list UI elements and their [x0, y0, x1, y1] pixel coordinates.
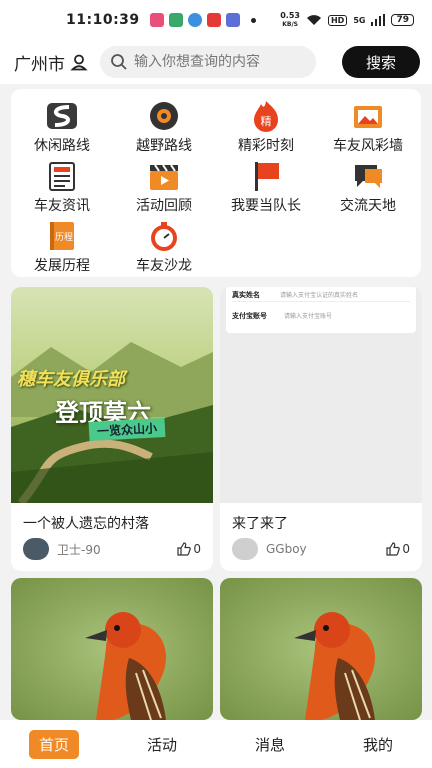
jing-text: 精 [261, 115, 272, 128]
category-leisure-route[interactable]: 休闲路线 [11, 95, 113, 155]
hd-icon: HD [327, 14, 348, 26]
signal-label: 5G [353, 15, 366, 25]
category-salon[interactable]: 车友沙龙 [113, 215, 215, 275]
post-author: GGboy [266, 542, 307, 556]
signal-icon [371, 14, 386, 26]
category-label: 车友风彩墙 [333, 138, 403, 154]
post-author: 卫士-90 [57, 542, 101, 557]
category-news[interactable]: 车友资讯 [11, 155, 113, 215]
post-title: 一个被人遗忘的村落 [23, 516, 149, 532]
nav-label: 首页 [28, 729, 79, 759]
post-title: 来了来了 [232, 516, 288, 532]
wifi-icon [306, 15, 321, 25]
tire-icon [150, 102, 178, 130]
battery-icon: 79 [391, 14, 414, 26]
category-label: 车友资讯 [34, 198, 90, 214]
form-screenshot: 真实姓名 请输入支付宝认证的真实姓名 支付宝账号 请输入支付宝账号 [226, 287, 416, 333]
category-offroad-route[interactable]: 越野路线 [113, 95, 215, 155]
bird-image [11, 578, 213, 720]
salon-timer-icon [151, 222, 177, 251]
status-time: 11:10:39 [66, 12, 140, 28]
jing-badge-icon: 精 [254, 101, 278, 132]
post-card[interactable]: 真实姓名 请输入支付宝认证的真实姓名 支付宝账号 请输入支付宝账号 来了来了 G… [220, 287, 422, 571]
nav-label: 我的 [362, 735, 393, 754]
chat-icon [355, 165, 382, 188]
nav-label: 消息 [254, 735, 285, 754]
like-button[interactable]: 0 [386, 542, 410, 556]
form-placeholder: 请输入支付宝认证的真实姓名 [280, 292, 359, 299]
history-icon-text: 历程 [55, 232, 73, 243]
net-speed: 0.53 KB/S [280, 10, 300, 29]
nav-label: 活动 [146, 735, 177, 754]
category-grid: 休闲路线 越野路线 精 精彩时刻 车友风彩墙 车友资讯 活动回顾 我要当队长 交… [11, 89, 421, 277]
search-icon [111, 54, 127, 70]
category-label: 休闲路线 [34, 138, 90, 154]
image-caption-ribbon: 一览众山小 [88, 418, 166, 441]
nav-activities[interactable]: 活动 [108, 730, 216, 759]
city-selector[interactable]: 广州市 [14, 50, 88, 75]
news-icon [49, 162, 75, 191]
more-notifications-icon [250, 17, 256, 23]
form-label: 真实姓名 [232, 291, 260, 299]
chat-notification-icon [225, 13, 240, 27]
history-book-icon: 历程 [50, 222, 74, 250]
status-bar: 11:10:39 0.53 KB/S HD 5G 79 [0, 0, 432, 40]
category-highlights[interactable]: 精 精彩时刻 [215, 95, 317, 155]
net-speed-value: 0.53 [280, 10, 300, 20]
nav-messages[interactable]: 消息 [216, 730, 324, 759]
top-header: 广州市 搜索 [0, 40, 432, 84]
flag-icon [255, 162, 279, 191]
category-activity-review[interactable]: 活动回顾 [113, 155, 215, 215]
bird-image [220, 578, 422, 720]
form-label: 支付宝账号 [232, 312, 267, 320]
category-label: 我要当队长 [231, 198, 301, 214]
road-icon [47, 103, 77, 129]
category-label: 车友沙龙 [136, 258, 192, 274]
post-card[interactable] [11, 578, 213, 720]
city-label: 广州市 [14, 54, 65, 75]
like-count: 0 [193, 542, 201, 556]
category-label: 活动回顾 [136, 198, 192, 214]
download-notification-icon [168, 13, 183, 27]
post-card[interactable] [220, 578, 422, 720]
like-count: 0 [402, 542, 410, 556]
app-notification-icon [149, 13, 164, 27]
form-placeholder: 请输入支付宝账号 [284, 313, 333, 320]
category-label: 发展历程 [34, 258, 90, 274]
category-photo-wall[interactable]: 车友风彩墙 [317, 95, 419, 155]
post-cover-image: 真实姓名 请输入支付宝认证的真实姓名 支付宝账号 请输入支付宝账号 [220, 287, 422, 503]
category-label: 越野路线 [136, 138, 192, 154]
search-box[interactable] [100, 46, 316, 78]
nav-home[interactable]: 首页 [0, 729, 108, 759]
category-history[interactable]: 历程 发展历程 [11, 215, 113, 275]
notification-icons [149, 13, 256, 27]
search-button[interactable]: 搜索 [342, 46, 420, 78]
browser-notification-icon [187, 13, 202, 27]
category-label: 交流天地 [340, 198, 396, 214]
image-caption-club: 穗车友俱乐部 [17, 369, 125, 390]
thumbs-up-icon [177, 542, 192, 556]
nav-profile[interactable]: 我的 [324, 730, 432, 759]
status-right: 0.53 KB/S HD 5G 79 [280, 10, 414, 29]
clapper-icon [150, 164, 178, 190]
avatar[interactable] [23, 538, 49, 560]
search-input[interactable] [134, 54, 304, 70]
post-meta: GGboy 0 [232, 538, 410, 560]
like-button[interactable]: 0 [177, 542, 201, 556]
net-speed-unit: KB/S [282, 20, 298, 28]
post-card[interactable]: 穗车友俱乐部 登顶莫六 一览众山小 一个被人遗忘的村落 卫士-90 0 [11, 287, 213, 571]
avatar[interactable] [232, 538, 258, 560]
category-exchange[interactable]: 交流天地 [317, 155, 419, 215]
category-be-captain[interactable]: 我要当队长 [215, 155, 317, 215]
photo-wall-icon [354, 106, 382, 128]
video-notification-icon [206, 13, 221, 27]
post-meta: 卫士-90 0 [23, 538, 201, 560]
user-location-icon [70, 54, 88, 71]
category-label: 精彩时刻 [238, 138, 294, 154]
thumbs-up-icon [386, 542, 401, 556]
post-cover-image: 穗车友俱乐部 登顶莫六 一览众山小 [11, 287, 213, 503]
bottom-nav: 首页 活动 消息 我的 [0, 720, 432, 768]
form-divider [232, 301, 410, 302]
